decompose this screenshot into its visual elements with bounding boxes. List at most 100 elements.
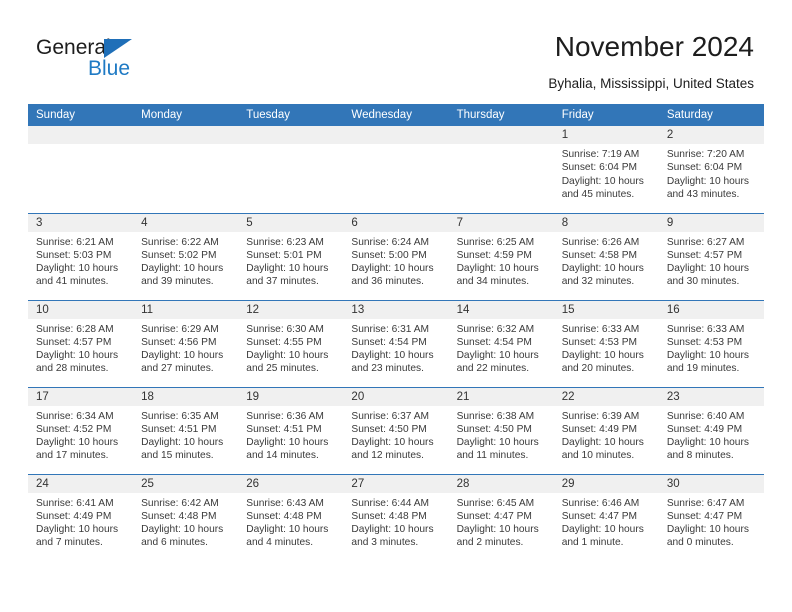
logo-triangle-icon [104, 39, 132, 58]
calendar-day-cell[interactable]: 7 Sunrise: 6:25 AM Sunset: 4:59 PM Daylight… [448, 212, 554, 300]
calendar-week-row: 17 Sunrise: 6:34 AM Sunset: 4:52 PM Dayligh… [28, 386, 764, 474]
sunrise-time: Sunrise: 6:38 AM [456, 410, 535, 422]
page-subtitle-location: Byhalia, Mississippi, United States [548, 76, 754, 91]
calendar-day-cell[interactable]: 9 Sunrise: 6:27 AM Sunset: 4:57 PM Daylight… [658, 212, 764, 300]
daylight-duration-line2: and 17 minutes. [36, 450, 109, 462]
day-details: Sunrise: 6:35 AM Sunset: 4:51 PM Daylight:… [133, 406, 238, 463]
sunset-time: Sunset: 4:57 PM [666, 249, 743, 261]
weekday-header-thursday: Thursday [448, 104, 554, 126]
calendar-day-cell[interactable]: 11 Sunrise: 6:29 AM Sunset: 4:56 PM Dayligh… [133, 299, 239, 387]
sunrise-time: Sunrise: 6:35 AM [141, 410, 219, 422]
calendar-day-cell[interactable]: 26 Sunrise: 6:43 AM Sunset: 4:48 PM Dayligh… [238, 473, 344, 561]
calendar-day-cell[interactable]: 12 Sunrise: 6:30 AM Sunset: 4:55 PM Dayligh… [238, 299, 344, 387]
calendar-day-cell[interactable]: 2 Sunrise: 7:20 AM Sunset: 6:04 PM Daylight… [658, 126, 764, 213]
daylight-duration-line1: Daylight: 10 hours [141, 437, 224, 449]
sunset-time: Sunset: 4:47 PM [561, 510, 638, 522]
weekday-header-row: Sunday Monday Tuesday Wednesday Thursday… [28, 104, 764, 126]
sunset-time: Sunset: 6:04 PM [561, 162, 638, 174]
daylight-duration-line1: Daylight: 10 hours [141, 263, 224, 275]
calendar-day-cell[interactable]: 13 Sunrise: 6:31 AM Sunset: 4:54 PM Dayligh… [343, 299, 449, 387]
day-number: 3 [28, 213, 134, 232]
sunrise-time: Sunrise: 6:23 AM [246, 236, 324, 248]
day-number [28, 126, 134, 144]
calendar-day-cell[interactable]: 3 Sunrise: 6:21 AM Sunset: 5:03 PM Daylight… [28, 212, 134, 300]
day-number: 16 [658, 300, 764, 319]
calendar-day-cell-empty [448, 126, 554, 213]
calendar-day-cell[interactable]: 21 Sunrise: 6:38 AM Sunset: 4:50 PM Dayligh… [448, 386, 554, 474]
daylight-duration-line1: Daylight: 10 hours [246, 524, 329, 536]
calendar-day-cell[interactable]: 25 Sunrise: 6:42 AM Sunset: 4:48 PM Dayligh… [133, 473, 239, 561]
calendar-day-cell[interactable]: 24 Sunrise: 6:41 AM Sunset: 4:49 PM Dayligh… [28, 473, 134, 561]
calendar-day-cell[interactable]: 30 Sunrise: 6:47 AM Sunset: 4:47 PM Dayligh… [658, 473, 764, 561]
sunset-time: Sunset: 4:52 PM [36, 423, 112, 435]
sunset-time: Sunset: 5:02 PM [141, 249, 217, 261]
calendar-day-cell[interactable]: 19 Sunrise: 6:36 AM Sunset: 4:51 PM Dayligh… [238, 386, 344, 474]
sunrise-time: Sunrise: 6:42 AM [141, 497, 219, 509]
calendar-week-row: 24 Sunrise: 6:41 AM Sunset: 4:49 PM Dayligh… [28, 473, 764, 561]
daylight-duration-line2: and 34 minutes. [456, 276, 530, 288]
day-details: Sunrise: 6:22 AM Sunset: 5:02 PM Daylight:… [133, 232, 238, 289]
daylight-duration-line1: Daylight: 10 hours [141, 524, 224, 536]
daylight-duration-line2: and 11 minutes. [456, 450, 529, 462]
sunrise-time: Sunrise: 6:31 AM [351, 323, 430, 335]
day-details: Sunrise: 7:19 AM Sunset: 6:04 PM Daylight:… [554, 144, 659, 201]
calendar-day-cell[interactable]: 5 Sunrise: 6:23 AM Sunset: 5:01 PM Daylight… [238, 212, 344, 300]
sunset-time: Sunset: 4:57 PM [36, 336, 112, 348]
daylight-duration-line1: Daylight: 10 hours [561, 263, 644, 275]
day-number: 13 [343, 300, 449, 319]
calendar-day-cell[interactable]: 8 Sunrise: 6:26 AM Sunset: 4:58 PM Daylight… [553, 212, 659, 300]
daylight-duration-line1: Daylight: 10 hours [246, 350, 329, 362]
sunrise-time: Sunrise: 6:41 AM [36, 497, 114, 509]
day-details: Sunrise: 6:28 AM Sunset: 4:57 PM Daylight:… [28, 319, 133, 376]
sunset-time: Sunset: 5:03 PM [36, 249, 112, 261]
sunrise-time: Sunrise: 6:37 AM [351, 410, 430, 422]
sunset-time: Sunset: 6:04 PM [666, 162, 743, 174]
daylight-duration-line2: and 19 minutes. [666, 363, 740, 375]
calendar-day-cell[interactable]: 14 Sunrise: 6:32 AM Sunset: 4:54 PM Dayligh… [448, 299, 554, 387]
calendar-day-cell[interactable]: 10 Sunrise: 6:28 AM Sunset: 4:57 PM Dayligh… [28, 299, 134, 387]
title-block: November 2024 Byhalia, Mississippi, Unit… [548, 30, 754, 92]
day-details: Sunrise: 6:40 AM Sunset: 4:49 PM Daylight:… [659, 406, 764, 463]
calendar-day-cell[interactable]: 15 Sunrise: 6:33 AM Sunset: 4:53 PM Dayligh… [553, 299, 659, 387]
daylight-duration-line1: Daylight: 10 hours [36, 437, 119, 449]
calendar-day-cell[interactable]: 6 Sunrise: 6:24 AM Sunset: 5:00 PM Daylight… [343, 212, 449, 300]
weekday-header-saturday: Saturday [658, 104, 764, 126]
daylight-duration-line1: Daylight: 10 hours [561, 175, 644, 187]
calendar-day-cell[interactable]: 27 Sunrise: 6:44 AM Sunset: 4:48 PM Dayligh… [343, 473, 449, 561]
calendar-day-cell[interactable]: 20 Sunrise: 6:37 AM Sunset: 4:50 PM Dayligh… [343, 386, 449, 474]
sunrise-time: Sunrise: 7:20 AM [666, 149, 745, 160]
sunset-time: Sunset: 4:50 PM [351, 423, 427, 435]
page-header: General Blue November 2024 Byhalia, Miss… [0, 0, 792, 100]
day-number: 28 [448, 474, 554, 493]
daylight-duration-line2: and 37 minutes. [246, 276, 319, 288]
calendar-day-cell-empty [238, 126, 344, 213]
daylight-duration-line2: and 1 minute. [561, 537, 624, 549]
daylight-duration-line2: and 10 minutes. [561, 450, 635, 462]
sunrise-sunset-calendar-table: Sunday Monday Tuesday Wednesday Thursday… [28, 104, 764, 561]
calendar-day-cell[interactable]: 16 Sunrise: 6:33 AM Sunset: 4:53 PM Dayligh… [658, 299, 764, 387]
weekday-header-tuesday: Tuesday [238, 104, 344, 126]
daylight-duration-line1: Daylight: 10 hours [36, 524, 119, 536]
calendar-day-cell[interactable]: 4 Sunrise: 6:22 AM Sunset: 5:02 PM Daylight… [133, 212, 239, 300]
day-number: 25 [133, 474, 239, 493]
daylight-duration-line2: and 15 minutes. [141, 450, 214, 462]
calendar-day-cell[interactable]: 1 Sunrise: 7:19 AM Sunset: 6:04 PM Daylight… [553, 126, 659, 213]
day-number: 18 [133, 387, 239, 406]
daylight-duration-line1: Daylight: 10 hours [36, 263, 119, 275]
daylight-duration-line1: Daylight: 10 hours [456, 437, 539, 449]
general-blue-logo[interactable]: General Blue [36, 36, 156, 82]
sunset-time: Sunset: 4:48 PM [351, 510, 427, 522]
calendar-day-cell[interactable]: 17 Sunrise: 6:34 AM Sunset: 4:52 PM Dayligh… [28, 386, 134, 474]
sunset-time: Sunset: 4:56 PM [141, 336, 217, 348]
sunrise-time: Sunrise: 6:40 AM [666, 410, 745, 422]
calendar-day-cell[interactable]: 18 Sunrise: 6:35 AM Sunset: 4:51 PM Dayligh… [133, 386, 239, 474]
daylight-duration-line2: and 8 minutes. [666, 450, 734, 462]
calendar-body: 1 Sunrise: 7:19 AM Sunset: 6:04 PM Daylight… [28, 126, 764, 561]
calendar-day-cell[interactable]: 23 Sunrise: 6:40 AM Sunset: 4:49 PM Dayligh… [658, 386, 764, 474]
calendar-day-cell[interactable]: 28 Sunrise: 6:45 AM Sunset: 4:47 PM Dayligh… [448, 473, 554, 561]
calendar-day-cell[interactable]: 29 Sunrise: 6:46 AM Sunset: 4:47 PM Dayligh… [553, 473, 659, 561]
day-number: 24 [28, 474, 134, 493]
calendar-day-cell[interactable]: 22 Sunrise: 6:39 AM Sunset: 4:49 PM Dayligh… [553, 386, 659, 474]
day-details: Sunrise: 6:33 AM Sunset: 4:53 PM Daylight:… [554, 319, 659, 376]
day-number: 27 [343, 474, 449, 493]
